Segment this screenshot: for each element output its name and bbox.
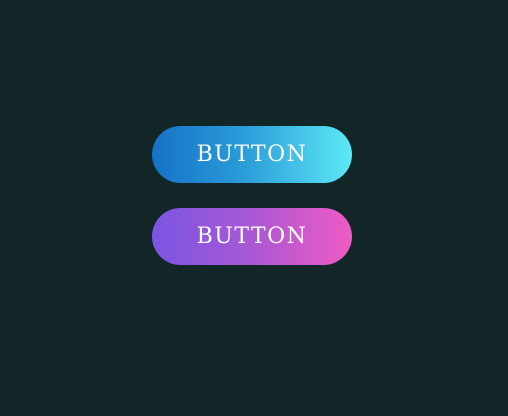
gradient-button-blue[interactable]: BUTTON xyxy=(152,126,352,183)
gradient-button-purple[interactable]: BUTTON xyxy=(152,208,352,265)
button-label: BUTTON xyxy=(196,141,308,167)
button-label: BUTTON xyxy=(196,223,308,249)
